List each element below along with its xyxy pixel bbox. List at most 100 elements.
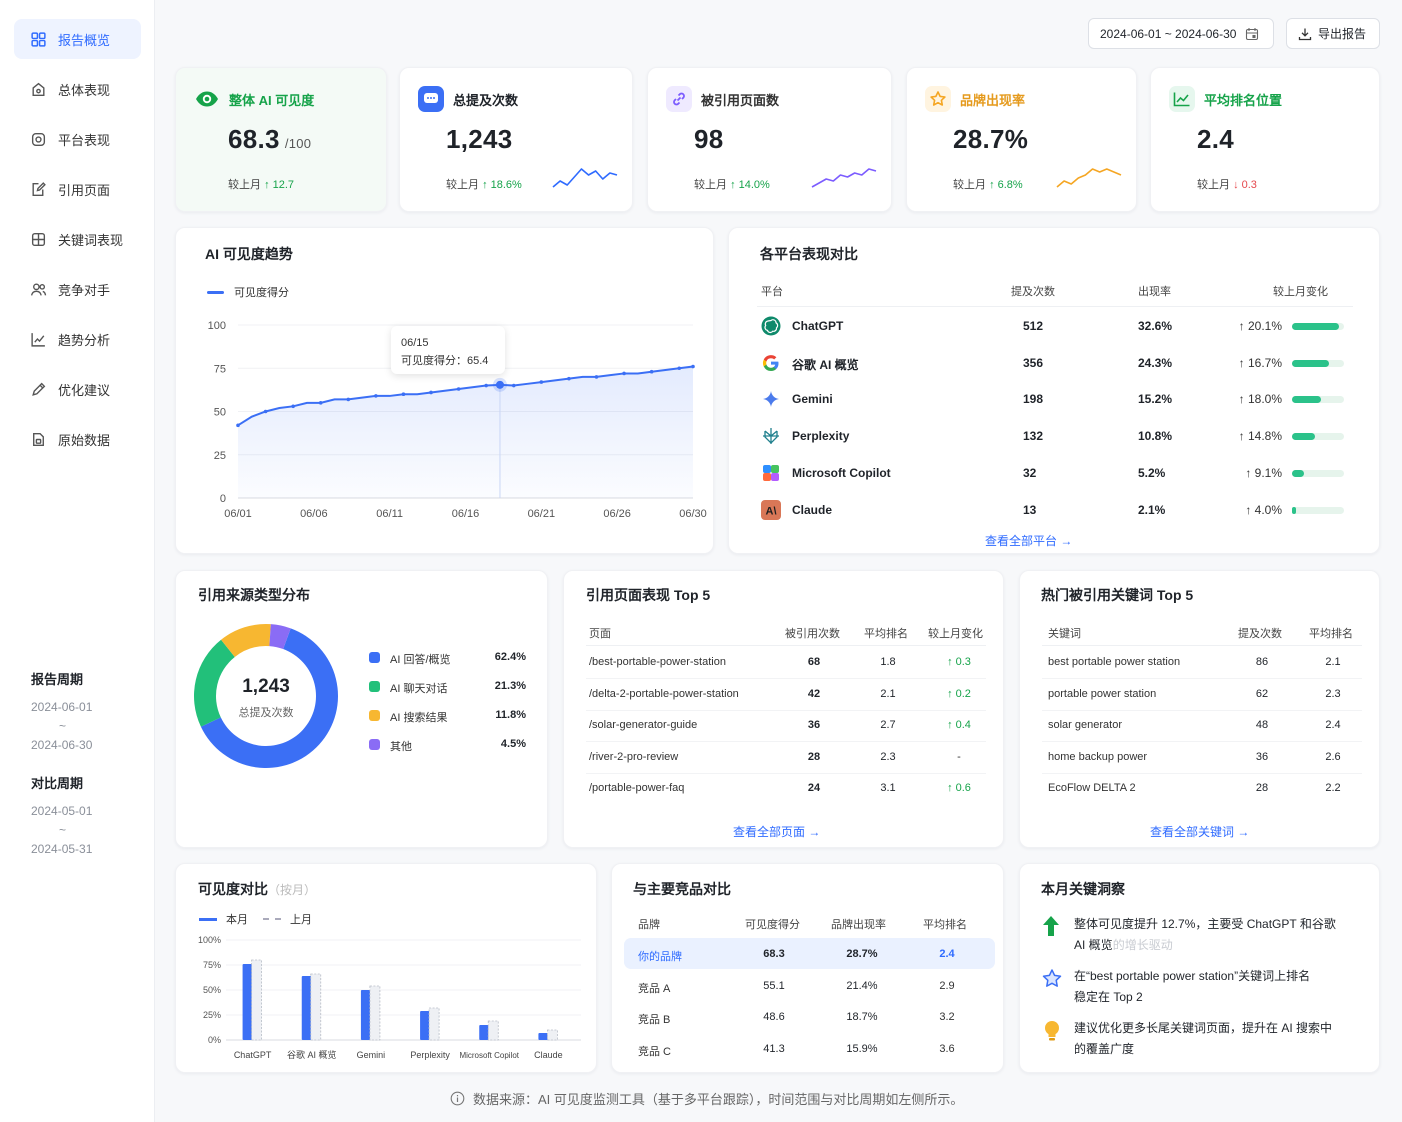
bar-current[interactable] xyxy=(301,976,312,1040)
platform-name: 谷歌 AI 概览 xyxy=(792,357,859,372)
kpi-compare: 较上月 ↑ 18.6% xyxy=(446,176,522,192)
export-label: 导出报告 xyxy=(1318,27,1367,41)
nav-label: 原始数据 xyxy=(58,432,111,448)
trend-tooltip: 06/15 可见度得分：65.4 xyxy=(391,326,505,374)
bar-previous[interactable] xyxy=(251,959,262,1041)
page-rank: 2.1 xyxy=(880,687,896,700)
export-report-button[interactable]: 导出报告 xyxy=(1286,18,1380,49)
nav-item-suggestions[interactable]: 优化建议 xyxy=(14,369,141,409)
change-bar-fill xyxy=(1292,433,1315,441)
page-path[interactable]: /portable-power-faq xyxy=(589,782,684,794)
kpi-delta: ↑ 14.0% xyxy=(730,179,770,191)
divider xyxy=(586,645,986,646)
keyword-text[interactable]: portable power station xyxy=(1048,688,1156,700)
bar-previous[interactable] xyxy=(547,1029,558,1041)
competitor-rate: 28.7% xyxy=(846,948,878,960)
report-period: 报告周期 2024-06-01 ~ 2024-06-30 xyxy=(31,669,92,755)
change-bar-track xyxy=(1292,323,1344,330)
kpi-header: 整体 AI 可见度 xyxy=(194,86,314,112)
view-all-keywords-link[interactable]: 查看全部关键词 → xyxy=(1150,823,1249,840)
eye-icon xyxy=(194,86,220,112)
nav-item-overview[interactable]: 报告概览 xyxy=(14,19,141,59)
nav-item-platform[interactable]: 平台表现 xyxy=(14,119,141,159)
th-keyword: 关键词 xyxy=(1048,628,1081,640)
star-icon xyxy=(925,86,951,112)
keyword-count: 48 xyxy=(1255,719,1269,731)
nav-item-overall[interactable]: 总体表现 xyxy=(14,69,141,109)
keyword-text[interactable]: home backup power xyxy=(1048,751,1147,763)
x-tick-label: 06/01 xyxy=(224,508,252,520)
bar-previous[interactable] xyxy=(310,973,322,1041)
sparkline-cited-pages xyxy=(811,168,877,188)
nav-item-pages[interactable]: 引用页面 xyxy=(14,169,141,209)
page-change: ↑ 0.2 xyxy=(947,687,971,700)
document-edit-icon xyxy=(32,181,46,196)
page-change: ↑ 0.4 xyxy=(947,719,971,731)
page-path[interactable]: /best-portable-power-station xyxy=(589,656,726,668)
kpi-compare: 较上月 ↑ 6.8% xyxy=(953,176,1023,192)
nav-item-trends[interactable]: 趋势分析 xyxy=(14,319,141,359)
bar-current[interactable] xyxy=(242,964,253,1040)
page-count: 42 xyxy=(807,687,821,700)
legend-label: AI 搜索结果 xyxy=(390,712,448,724)
kpi-suffix: /100 xyxy=(284,136,312,151)
divider xyxy=(1042,645,1362,646)
keyword-text[interactable]: EcoFlow DELTA 2 xyxy=(1048,782,1136,794)
platform-rate: 24.3% xyxy=(1138,355,1173,370)
bar-current[interactable] xyxy=(360,990,371,1040)
bar-previous[interactable] xyxy=(369,985,381,1041)
data-point xyxy=(318,401,323,405)
keyword-rank: 2.6 xyxy=(1325,750,1341,763)
insight-item: 建议优化更多长尾关键词页面，提升在 AI 搜索中 的覆盖广度 xyxy=(1074,1018,1332,1060)
bar-current[interactable] xyxy=(479,1025,490,1040)
keyword-text[interactable]: best portable power station xyxy=(1048,656,1180,668)
view-all-pages-link[interactable]: 查看全部页面 → xyxy=(733,823,820,840)
bar-previous[interactable] xyxy=(487,1020,499,1041)
x-tick-label: 06/06 xyxy=(300,508,328,520)
bar-current[interactable] xyxy=(420,1011,431,1040)
data-point xyxy=(649,369,654,374)
platform-name: ChatGPT xyxy=(792,319,844,333)
row-divider xyxy=(586,772,986,774)
change-bar-track xyxy=(1292,506,1344,514)
row-divider xyxy=(1042,678,1362,679)
bar-current[interactable] xyxy=(538,1033,549,1040)
chat-icon xyxy=(418,86,444,112)
nav-item-keywords[interactable]: 关键词表现 xyxy=(14,219,141,259)
report-period-end: 2024-06-30 xyxy=(31,738,93,752)
nav-item-competitors[interactable]: 竞争对手 xyxy=(14,269,141,309)
page-path[interactable]: /delta-2-portable-power-station xyxy=(589,688,739,700)
kpi-card-visibility: 整体 AI 可见度 68.3/100 较上月 ↑ 12.7 xyxy=(175,67,387,212)
data-point xyxy=(622,371,626,376)
platforms-title: 各平台表现对比 xyxy=(760,246,858,262)
svg-text:A\: A\ xyxy=(766,505,777,517)
x-tick-label: 06/11 xyxy=(376,508,403,520)
change-bar-fill xyxy=(1292,396,1322,404)
page-path[interactable]: /solar-generator-guide xyxy=(589,719,697,731)
view-all-platforms-link[interactable]: 查看全部平台 → xyxy=(985,532,1072,549)
y-tick-label: 100% xyxy=(198,935,221,945)
data-point xyxy=(691,364,695,369)
x-tick-label: 06/16 xyxy=(452,508,480,520)
page-path[interactable]: /river-2-pro-review xyxy=(589,751,678,763)
change-bar-fill xyxy=(1292,506,1297,514)
hover-point[interactable] xyxy=(495,380,504,389)
date-range-picker[interactable]: 2024-06-01 ~ 2024-06-30 xyxy=(1088,18,1274,49)
page-count: 36 xyxy=(807,719,821,731)
nav-label: 总体表现 xyxy=(58,82,111,98)
tooltip-value: 可见度得分：65.4 xyxy=(401,355,489,367)
platform-name: Claude xyxy=(792,502,833,517)
bar-previous[interactable] xyxy=(428,1007,440,1041)
sparkline-mentions xyxy=(552,168,618,188)
nav-label: 趋势分析 xyxy=(58,332,111,348)
keyword-text[interactable]: solar generator xyxy=(1048,719,1122,731)
competitor-rate: 18.7% xyxy=(846,1011,878,1023)
kpi-delta: ↑ 12.7 xyxy=(264,179,295,191)
sparkline-path xyxy=(552,168,618,188)
platform-name: Microsoft Copilot xyxy=(792,465,891,480)
trend-card: AI 可见度趋势 可见度得分 0 25 50 75 100 06/01 06/06 06/11… xyxy=(175,227,714,554)
nav-item-raw-data[interactable]: 原始数据 xyxy=(14,419,141,459)
keyword-count: 36 xyxy=(1255,750,1269,763)
competitor-rank: 2.9 xyxy=(939,979,955,992)
data-point xyxy=(539,380,544,384)
